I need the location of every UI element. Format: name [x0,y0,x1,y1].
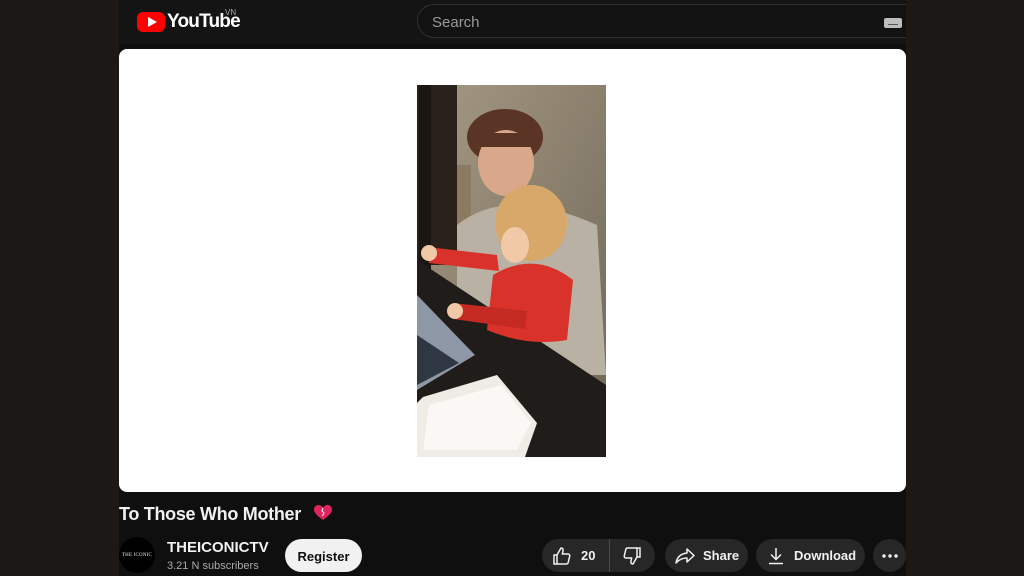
thumbs-up-icon [553,546,571,565]
more-horizontal-icon [881,553,898,558]
video-title: To Those Who Mother [119,504,332,525]
share-label: Share [703,548,740,563]
youtube-play-icon [137,12,165,32]
video-player[interactable] [119,49,906,492]
share-button[interactable]: Share [665,539,748,572]
search-input[interactable] [430,11,854,33]
youtube-watch-page: YouTube VN Search To Those Who Mother TH… [119,0,906,576]
channel-name[interactable]: THEICONICTV [167,539,269,556]
keyboard-icon[interactable] [884,18,902,28]
download-icon [769,547,783,564]
more-actions-button[interactable] [873,539,906,572]
video-title-text: To Those Who Mother [119,504,301,524]
region-code: VN [225,8,237,17]
avatar-text: THE ICONIC [121,552,153,558]
video-frame[interactable] [417,85,606,457]
thumbs-down-icon [623,546,641,565]
like-dislike-group: 20 [542,539,655,572]
heart-icon [313,505,332,520]
download-button[interactable]: Download [756,539,865,572]
share-icon [675,547,695,564]
channel-avatar[interactable]: THE ICONIC [119,537,155,573]
search-box[interactable] [417,4,906,38]
like-button[interactable]: 20 [542,539,610,572]
video-frame-image [417,85,606,457]
register-button[interactable]: Register [285,539,362,572]
subscriber-count: 3.21 N subscribers [167,560,259,572]
like-count: 20 [581,548,596,563]
download-label: Download [794,548,857,563]
top-header: YouTube VN [119,0,906,44]
dislike-button[interactable] [610,539,654,572]
